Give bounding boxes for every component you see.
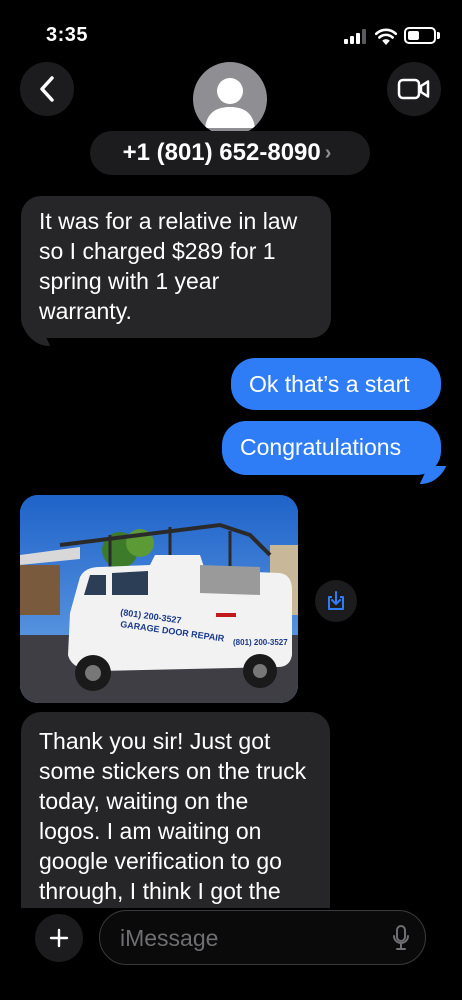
video-call-button[interactable] — [387, 62, 441, 116]
cellular-signal-icon — [344, 28, 368, 44]
contact-avatar[interactable] — [193, 62, 267, 136]
truck-decal-phone-back: (801) 200-3527 — [233, 638, 288, 647]
save-image-button[interactable] — [315, 580, 357, 622]
wifi-icon — [374, 28, 398, 45]
message-input[interactable] — [118, 921, 382, 955]
video-camera-icon — [397, 78, 430, 100]
message-text: Congratulations — [240, 434, 402, 460]
chevron-left-icon — [40, 76, 54, 102]
photo-attachment[interactable]: (801) 200-3527 GARAGE DOOR REPAIR (801) … — [20, 495, 298, 703]
status-time: 3:35 — [46, 24, 89, 46]
person-avatar-icon — [205, 78, 255, 128]
message-text: It was for a relative in law so I charge… — [39, 208, 298, 324]
back-button[interactable] — [20, 62, 74, 116]
message-bubble-outgoing[interactable]: Ok that’s a start — [231, 358, 441, 410]
message-thread[interactable]: It was for a relative in law so I charge… — [0, 180, 462, 908]
contact-name-button[interactable]: +1 (801) 652-8090 › — [90, 131, 370, 175]
microphone-icon[interactable] — [392, 925, 410, 951]
message-bubble-incoming[interactable]: It was for a relative in law so I charge… — [21, 196, 331, 338]
contact-name: +1 (801) 652-8090 — [122, 139, 321, 166]
message-bubble-incoming[interactable]: Thank you sir! Just got some stickers on… — [21, 712, 330, 908]
chevron-right-icon: › — [324, 141, 332, 164]
message-text: Ok that’s a start — [249, 371, 410, 397]
plus-icon — [49, 928, 69, 948]
status-bar: 3:35 — [0, 0, 462, 60]
battery-tip — [437, 32, 440, 39]
message-text: Thank you sir! Just got some stickers on… — [39, 728, 307, 904]
download-icon — [328, 591, 344, 610]
compose-field[interactable] — [99, 910, 426, 965]
message-bubble-outgoing[interactable]: Congratulations — [222, 421, 441, 475]
apps-button[interactable] — [35, 914, 83, 962]
battery-icon — [404, 27, 436, 44]
truck-photo: (801) 200-3527 GARAGE DOOR REPAIR (801) … — [20, 495, 298, 703]
